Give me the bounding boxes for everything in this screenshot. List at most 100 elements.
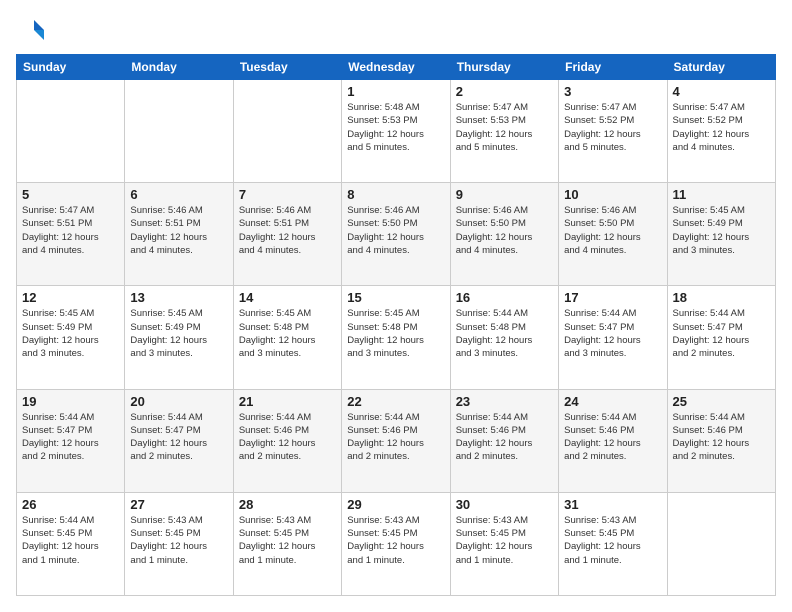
calendar-week-4: 19 Sunrise: 5:44 AM Sunset: 5:47 PM Dayli…	[17, 389, 776, 492]
cell-info: Sunrise: 5:48 AM Sunset: 5:53 PM Dayligh…	[347, 101, 444, 154]
weekday-wednesday: Wednesday	[342, 55, 450, 80]
calendar-cell: 21Sunrise: 5:44 AM Sunset: 5:46 PM Dayli…	[233, 389, 341, 492]
weekday-tuesday: Tuesday	[233, 55, 341, 80]
calendar-table: SundayMondayTuesdayWednesdayThursdayFrid…	[16, 54, 776, 596]
cell-info: Sunrise: 5:44 AM Sunset: 5:47 PM Dayligh…	[673, 307, 770, 360]
calendar-cell: 24 Sunrise: 5:44 AM Sunset: 5:46 PM Dayli…	[559, 389, 667, 492]
day-number: 30	[456, 497, 553, 512]
day-number: 29	[347, 497, 444, 512]
cell-info: Sunrise: 5:47 AM Sunset: 5:52 PM Dayligh…	[564, 101, 661, 154]
weekday-friday: Friday	[559, 55, 667, 80]
calendar-cell: 29 Sunrise: 5:43 AM Sunset: 5:45 PM Dayli…	[342, 492, 450, 595]
calendar-cell: 30 Sunrise: 5:43 AM Sunset: 5:45 PM Dayli…	[450, 492, 558, 595]
logo-icon	[16, 16, 44, 44]
day-number: 19	[22, 394, 119, 409]
day-number: 2	[456, 84, 553, 99]
calendar-cell: 7 Sunrise: 5:46 AM Sunset: 5:51 PM Daylig…	[233, 183, 341, 286]
day-number: 26	[22, 497, 119, 512]
calendar-cell: 11Sunrise: 5:45 AM Sunset: 5:49 PM Dayli…	[667, 183, 775, 286]
day-number: 18	[673, 290, 770, 305]
calendar-cell: 25 Sunrise: 5:44 AM Sunset: 5:46 PM Dayli…	[667, 389, 775, 492]
cell-info: Sunrise: 5:44 AM Sunset: 5:45 PM Dayligh…	[22, 514, 119, 567]
cell-info: Sunrise: 5:43 AM Sunset: 5:45 PM Dayligh…	[130, 514, 227, 567]
calendar-cell: 5 Sunrise: 5:47 AM Sunset: 5:51 PM Daylig…	[17, 183, 125, 286]
calendar-week-3: 12 Sunrise: 5:45 AM Sunset: 5:49 PM Dayli…	[17, 286, 776, 389]
calendar-cell: 17Sunrise: 5:44 AM Sunset: 5:47 PM Dayli…	[559, 286, 667, 389]
cell-info: Sunrise: 5:46 AM Sunset: 5:50 PM Dayligh…	[456, 204, 553, 257]
cell-info: Sunrise: 5:46 AM Sunset: 5:51 PM Dayligh…	[130, 204, 227, 257]
calendar-cell: 1 Sunrise: 5:48 AM Sunset: 5:53 PM Daylig…	[342, 80, 450, 183]
cell-info: Sunrise: 5:47 AM Sunset: 5:53 PM Dayligh…	[456, 101, 553, 154]
day-number: 9	[456, 187, 553, 202]
calendar-cell: 26 Sunrise: 5:44 AM Sunset: 5:45 PM Dayli…	[17, 492, 125, 595]
day-number: 11	[673, 187, 770, 202]
calendar-cell: 20 Sunrise: 5:44 AM Sunset: 5:47 PM Dayli…	[125, 389, 233, 492]
calendar-cell: 28 Sunrise: 5:43 AM Sunset: 5:45 PM Dayli…	[233, 492, 341, 595]
day-number: 8	[347, 187, 444, 202]
calendar-week-1: 1 Sunrise: 5:48 AM Sunset: 5:53 PM Daylig…	[17, 80, 776, 183]
weekday-sunday: Sunday	[17, 55, 125, 80]
day-number: 7	[239, 187, 336, 202]
calendar-cell: 18 Sunrise: 5:44 AM Sunset: 5:47 PM Dayli…	[667, 286, 775, 389]
calendar-cell: 22 Sunrise: 5:44 AM Sunset: 5:46 PM Dayli…	[342, 389, 450, 492]
cell-info: Sunrise: 5:44 AM Sunset: 5:46 PM Dayligh…	[564, 411, 661, 464]
calendar-cell: 2 Sunrise: 5:47 AM Sunset: 5:53 PM Daylig…	[450, 80, 558, 183]
cell-info: Sunrise: 5:46 AM Sunset: 5:51 PM Dayligh…	[239, 204, 336, 257]
calendar-cell: 23Sunrise: 5:44 AM Sunset: 5:46 PM Dayli…	[450, 389, 558, 492]
header	[16, 16, 776, 44]
cell-info: Sunrise: 5:44 AM Sunset: 5:46 PM Dayligh…	[673, 411, 770, 464]
weekday-saturday: Saturday	[667, 55, 775, 80]
weekday-thursday: Thursday	[450, 55, 558, 80]
cell-info: Sunrise: 5:44 AM Sunset: 5:47 PM Dayligh…	[22, 411, 119, 464]
calendar-cell	[17, 80, 125, 183]
calendar-cell	[125, 80, 233, 183]
day-number: 13	[130, 290, 227, 305]
calendar-cell: 19 Sunrise: 5:44 AM Sunset: 5:47 PM Dayli…	[17, 389, 125, 492]
calendar-cell: 27Sunrise: 5:43 AM Sunset: 5:45 PM Dayli…	[125, 492, 233, 595]
calendar-cell: 6Sunrise: 5:46 AM Sunset: 5:51 PM Daylig…	[125, 183, 233, 286]
calendar-cell: 13Sunrise: 5:45 AM Sunset: 5:49 PM Dayli…	[125, 286, 233, 389]
cell-info: Sunrise: 5:44 AM Sunset: 5:48 PM Dayligh…	[456, 307, 553, 360]
day-number: 16	[456, 290, 553, 305]
weekday-monday: Monday	[125, 55, 233, 80]
day-number: 5	[22, 187, 119, 202]
cell-info: Sunrise: 5:43 AM Sunset: 5:45 PM Dayligh…	[239, 514, 336, 567]
day-number: 14	[239, 290, 336, 305]
day-number: 12	[22, 290, 119, 305]
logo	[16, 16, 48, 44]
cell-info: Sunrise: 5:45 AM Sunset: 5:48 PM Dayligh…	[347, 307, 444, 360]
day-number: 20	[130, 394, 227, 409]
day-number: 1	[347, 84, 444, 99]
cell-info: Sunrise: 5:44 AM Sunset: 5:47 PM Dayligh…	[130, 411, 227, 464]
day-number: 4	[673, 84, 770, 99]
calendar-cell: 15 Sunrise: 5:45 AM Sunset: 5:48 PM Dayli…	[342, 286, 450, 389]
day-number: 25	[673, 394, 770, 409]
cell-info: Sunrise: 5:45 AM Sunset: 5:49 PM Dayligh…	[22, 307, 119, 360]
calendar-cell: 9 Sunrise: 5:46 AM Sunset: 5:50 PM Daylig…	[450, 183, 558, 286]
cell-info: Sunrise: 5:44 AM Sunset: 5:47 PM Dayligh…	[564, 307, 661, 360]
day-number: 15	[347, 290, 444, 305]
cell-info: Sunrise: 5:43 AM Sunset: 5:45 PM Dayligh…	[347, 514, 444, 567]
calendar-week-5: 26 Sunrise: 5:44 AM Sunset: 5:45 PM Dayli…	[17, 492, 776, 595]
cell-info: Sunrise: 5:43 AM Sunset: 5:45 PM Dayligh…	[564, 514, 661, 567]
day-number: 21	[239, 394, 336, 409]
weekday-header-row: SundayMondayTuesdayWednesdayThursdayFrid…	[17, 55, 776, 80]
cell-info: Sunrise: 5:46 AM Sunset: 5:50 PM Dayligh…	[347, 204, 444, 257]
calendar-week-2: 5 Sunrise: 5:47 AM Sunset: 5:51 PM Daylig…	[17, 183, 776, 286]
cell-info: Sunrise: 5:44 AM Sunset: 5:46 PM Dayligh…	[347, 411, 444, 464]
cell-info: Sunrise: 5:47 AM Sunset: 5:52 PM Dayligh…	[673, 101, 770, 154]
day-number: 10	[564, 187, 661, 202]
calendar-cell: 14Sunrise: 5:45 AM Sunset: 5:48 PM Dayli…	[233, 286, 341, 389]
day-number: 24	[564, 394, 661, 409]
day-number: 28	[239, 497, 336, 512]
calendar-cell: 4 Sunrise: 5:47 AM Sunset: 5:52 PM Daylig…	[667, 80, 775, 183]
cell-info: Sunrise: 5:47 AM Sunset: 5:51 PM Dayligh…	[22, 204, 119, 257]
day-number: 31	[564, 497, 661, 512]
page: SundayMondayTuesdayWednesdayThursdayFrid…	[0, 0, 792, 612]
calendar-cell: 16 Sunrise: 5:44 AM Sunset: 5:48 PM Dayli…	[450, 286, 558, 389]
day-number: 22	[347, 394, 444, 409]
calendar-cell: 3Sunrise: 5:47 AM Sunset: 5:52 PM Daylig…	[559, 80, 667, 183]
calendar-cell	[233, 80, 341, 183]
cell-info: Sunrise: 5:43 AM Sunset: 5:45 PM Dayligh…	[456, 514, 553, 567]
cell-info: Sunrise: 5:44 AM Sunset: 5:46 PM Dayligh…	[456, 411, 553, 464]
